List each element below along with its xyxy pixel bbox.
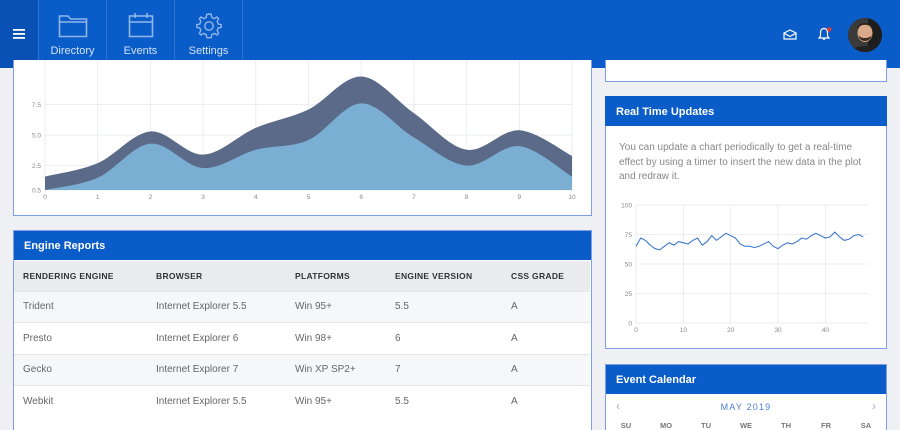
next-month-button[interactable]: › <box>872 399 876 413</box>
table-cell: Internet Explorer 6 <box>147 322 286 354</box>
x-tick-label: 8 <box>465 194 469 201</box>
x-tick-label: 7 <box>412 194 416 201</box>
weekday-label: TU <box>701 421 711 430</box>
weekday-label: SA <box>860 421 872 430</box>
x-tick-label: 2 <box>149 194 153 201</box>
tab-label: Events <box>123 45 158 57</box>
table-cell: Webkit <box>14 385 147 417</box>
x-tick-label: 20 <box>727 327 735 334</box>
table-cell: Internet Explorer 5.5 <box>147 290 286 323</box>
y-tick-label: 100 <box>621 203 632 210</box>
area-chart-panel: 0.5 2.5 5.0 7.5 0 1 2 3 4 5 6 7 8 9 10 <box>13 60 592 216</box>
top-navbar: Directory Events Settings <box>0 0 900 68</box>
x-tick-label: 4 <box>254 194 258 201</box>
y-tick-label: 2.5 <box>32 163 41 170</box>
tab-events[interactable]: Events <box>106 0 174 68</box>
table-row: Gecko Internet Explorer 7 Win XP SP2+ 7 … <box>14 353 590 386</box>
calendar-icon <box>128 13 153 38</box>
x-tick-label: 1 <box>96 194 100 201</box>
table-cell: Internet Explorer 7 <box>147 353 286 386</box>
panel-title: Event Calendar <box>606 365 886 394</box>
avatar[interactable] <box>848 18 882 52</box>
table-cell: 5.5 <box>386 290 502 323</box>
previous-panel-bottom <box>605 60 887 82</box>
weekday-label: MO <box>659 421 673 430</box>
table-header-row: RENDERING ENGINE BROWSER PLATFORMS ENGIN… <box>14 261 590 291</box>
gear-icon <box>195 13 222 39</box>
x-tick-label: 0 <box>43 194 47 201</box>
x-tick-label: 5 <box>307 194 311 201</box>
table-cell: 7 <box>386 353 502 386</box>
table-cell: Win 98+ <box>286 322 386 354</box>
table-row: Presto Internet Explorer 6 Win 98+ 6 A <box>14 322 590 354</box>
area-chart: 0.5 2.5 5.0 7.5 0 1 2 3 4 5 6 7 8 9 10 <box>32 60 576 201</box>
notifications-button[interactable] <box>817 0 833 68</box>
y-tick-label: 0.5 <box>32 188 41 195</box>
table-row: Webkit Internet Explorer 5.5 Win 95+ 5.5… <box>14 385 590 417</box>
realtime-description: You can update a chart periodically to g… <box>619 142 862 182</box>
weekday-label: SU <box>620 421 632 430</box>
panel-title: Real Time Updates <box>605 96 887 126</box>
y-tick-label: 5.0 <box>32 133 41 140</box>
x-tick-label: 40 <box>822 327 830 334</box>
bell-icon <box>817 27 832 40</box>
menu-button[interactable] <box>0 0 38 68</box>
column-header[interactable]: ENGINE VERSION <box>386 261 502 291</box>
mail-icon <box>783 28 797 40</box>
event-calendar-panel: Event Calendar ‹ MAY 2019 › SU MO TU WE … <box>605 364 887 430</box>
table-cell: Win 95+ <box>286 290 386 323</box>
x-tick-label: 30 <box>774 327 782 334</box>
column-header[interactable]: CSS GRADE <box>502 261 590 291</box>
table-cell: Trident <box>14 290 147 323</box>
realtime-panel: Real Time Updates You can update a chart… <box>605 96 887 349</box>
table-row: Trident Internet Explorer 5.5 Win 95+ 5.… <box>14 290 590 323</box>
x-tick-label: 3 <box>201 194 205 201</box>
table-cell: A <box>502 290 590 323</box>
table-cell: Gecko <box>14 353 147 386</box>
table-cell: A <box>502 385 590 417</box>
table-cell: A <box>502 322 590 354</box>
column-header[interactable]: RENDERING ENGINE <box>14 261 147 291</box>
y-tick-label: 75 <box>625 232 633 239</box>
tab-label: Settings <box>188 45 229 57</box>
weekday-label: TH <box>781 421 791 430</box>
calendar-weekday-row: SU MO TU WE TH FR SA <box>606 421 886 430</box>
y-tick-label: 7.5 <box>32 102 41 109</box>
column-header[interactable]: BROWSER <box>147 261 286 291</box>
y-tick-label: 0 <box>628 321 632 328</box>
table-cell: A <box>502 353 590 386</box>
mail-button[interactable] <box>783 0 797 68</box>
user-avatar-image <box>848 18 882 52</box>
x-tick-label: 9 <box>517 194 521 201</box>
folder-icon <box>58 15 87 38</box>
table-cell: 5.5 <box>386 385 502 417</box>
table-cell: Presto <box>14 322 147 354</box>
panel-title: Engine Reports <box>14 231 591 260</box>
x-tick-label: 10 <box>568 194 576 201</box>
table-cell: Win 95+ <box>286 385 386 417</box>
realtime-line-chart: 0 25 50 75 100 0 10 20 30 40 <box>621 203 868 334</box>
menu-icon <box>13 29 25 39</box>
x-tick-label: 0 <box>634 327 638 334</box>
table-cell: Internet Explorer 5.5 <box>147 385 286 417</box>
column-header[interactable]: PLATFORMS <box>286 261 386 291</box>
table-cell: 6 <box>386 322 502 354</box>
table-cell: Win XP SP2+ <box>286 353 386 386</box>
weekday-label: FR <box>821 421 831 430</box>
calendar-month-label: MAY 2019 <box>720 402 772 412</box>
engine-reports-panel: Engine Reports RENDERING ENGINE BROWSER … <box>13 230 592 430</box>
engine-reports-table: RENDERING ENGINE BROWSER PLATFORMS ENGIN… <box>14 261 590 417</box>
tab-settings[interactable]: Settings <box>174 0 243 68</box>
tab-label: Directory <box>50 45 95 57</box>
y-tick-label: 50 <box>625 262 633 269</box>
tab-directory[interactable]: Directory <box>38 0 106 68</box>
x-tick-label: 10 <box>680 327 688 334</box>
x-tick-label: 6 <box>359 194 363 201</box>
y-tick-label: 25 <box>625 291 633 298</box>
weekday-label: WE <box>739 421 753 430</box>
